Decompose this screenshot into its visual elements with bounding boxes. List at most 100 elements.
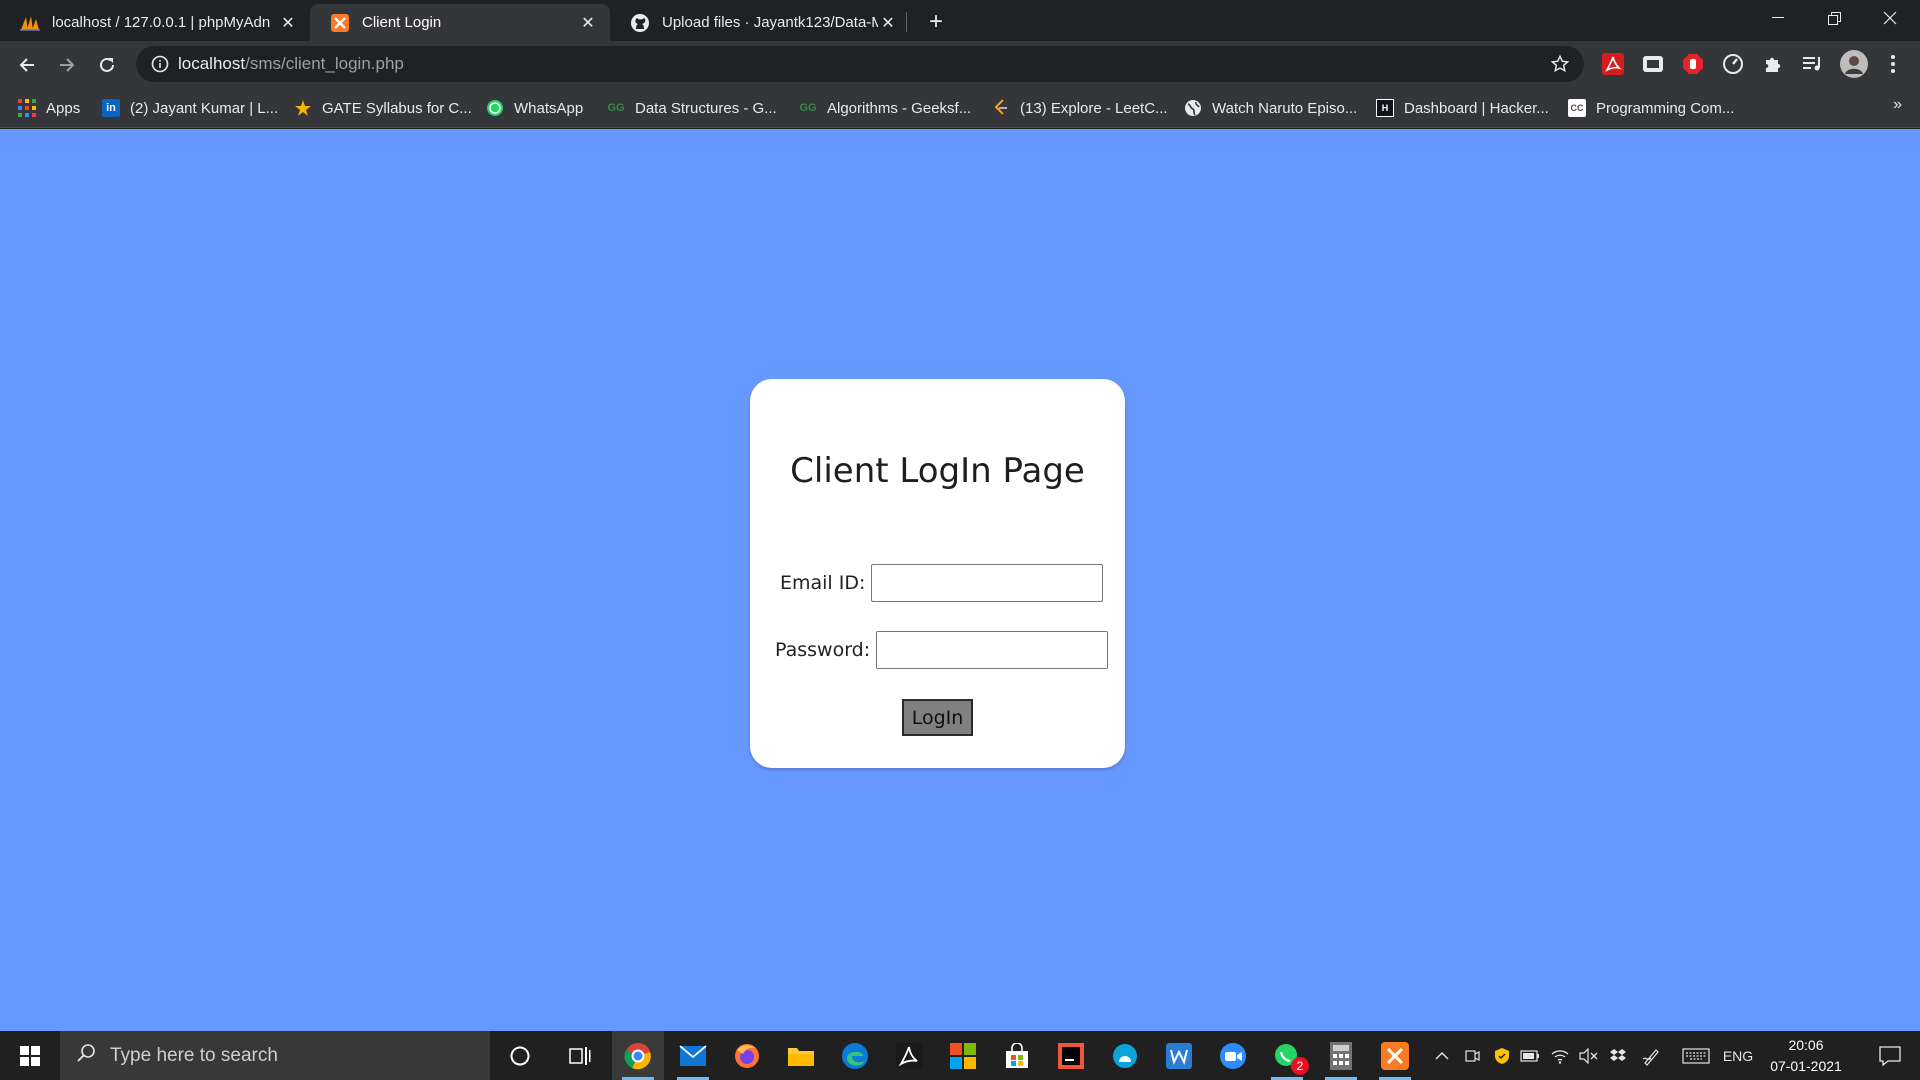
bookmark-label: GATE Syllabus for C... [322,99,472,117]
wifi-icon[interactable] [1548,1031,1572,1080]
speedometer-icon[interactable] [1720,51,1746,77]
tab-client-login[interactable]: Client Login ✕ [310,4,610,41]
tab-title: localhost / 127.0.0.1 | phpMyAdn [52,14,271,31]
bookmark-apps[interactable]: Apps [18,94,80,122]
url-host: localhost [178,54,246,73]
volume-muted-icon[interactable] [1576,1031,1600,1080]
hackerrank-icon: H [1376,99,1394,117]
task-view-icon[interactable] [554,1031,606,1080]
bookmark-star-icon[interactable] [1546,50,1574,78]
bookmark-naruto[interactable]: Watch Naruto Episo... [1184,94,1357,122]
edge-icon[interactable] [829,1031,881,1080]
password-field[interactable] [876,631,1109,669]
back-button[interactable] [11,49,43,81]
reload-button[interactable] [91,49,123,81]
bookmark-label: Algorithms - Geeksf... [827,99,972,117]
bookmark-hackerrank[interactable]: H Dashboard | Hacker... [1376,94,1549,122]
bookmark-label: Programming Com... [1596,99,1735,117]
adobe-acrobat-icon[interactable] [1600,51,1626,77]
close-icon[interactable]: ✕ [278,13,298,33]
email-field[interactable] [871,564,1104,602]
adobe-reader-icon[interactable] [883,1031,935,1080]
media-queue-icon[interactable] [1800,51,1826,77]
whatsapp-taskbar-icon[interactable]: 2 [1261,1031,1313,1080]
calculator-icon[interactable] [1315,1031,1367,1080]
url-path: /sms/client_login.php [245,54,404,73]
mail-icon[interactable] [667,1031,719,1080]
clock-date: 07-01-2021 [1770,1057,1842,1074]
windows-taskbar: Type here to search 2 ENG 20:06 07-01-20… [0,1031,1920,1080]
bookmark-whatsapp[interactable]: WhatsApp [486,94,583,122]
bookmark-linkedin[interactable]: in (2) Jayant Kumar | L... [102,94,278,122]
apps-grid-icon [18,99,36,117]
bookmark-algorithms[interactable]: GG Algorithms - Geeksf... [799,94,971,122]
close-icon[interactable]: ✕ [878,13,898,33]
globe-icon [1184,99,1202,117]
page-viewport: Client LogIn Page Email ID: Password: Lo… [0,129,1920,1031]
extensions-puzzle-icon[interactable] [1760,51,1786,77]
security-shield-icon[interactable] [1490,1031,1514,1080]
adblock-icon[interactable] [1680,51,1706,77]
chrome-taskbar-icon[interactable] [612,1031,664,1080]
store-bag-icon[interactable] [991,1031,1043,1080]
chevron-up-icon[interactable] [1430,1031,1454,1080]
close-icon[interactable]: ✕ [578,13,598,33]
windows-start-icon[interactable] [0,1031,60,1080]
bookmark-label: Watch Naruto Episo... [1212,99,1358,117]
info-icon[interactable] [142,46,178,82]
dropbox-icon[interactable] [1606,1031,1630,1080]
bookmark-codechef[interactable]: CC Programming Com... [1568,94,1734,122]
language-indicator[interactable]: ENG [1718,1031,1758,1080]
forward-button[interactable] [51,49,83,81]
cloud-app-icon[interactable] [1099,1031,1151,1080]
jetbrains-icon[interactable] [1045,1031,1097,1080]
bookmark-data-structures[interactable]: GG Data Structures - G... [607,94,776,122]
address-bar[interactable]: localhost/sms/client_login.php [136,46,1584,82]
file-explorer-icon[interactable] [775,1031,827,1080]
pen-ink-icon[interactable] [1640,1031,1664,1080]
profile-avatar[interactable] [1840,50,1868,78]
url-text: localhost/sms/client_login.php [178,54,404,74]
tab-phpmyadmin[interactable]: localhost / 127.0.0.1 | phpMyAdn ✕ [0,4,310,41]
battery-icon[interactable] [1518,1031,1542,1080]
search-placeholder: Type here to search [110,1044,278,1066]
screen-extension-icon[interactable] [1640,51,1666,77]
leetcode-icon [992,99,1010,117]
tab-strip: localhost / 127.0.0.1 | phpMyAdn ✕ Clien… [0,0,1920,41]
meet-now-icon[interactable] [1460,1031,1484,1080]
search-icon [76,1043,96,1068]
word-icon[interactable] [1153,1031,1205,1080]
bookmark-label: (13) Explore - LeetC... [1020,99,1168,117]
chevron-double-right-icon[interactable]: » [1893,96,1902,114]
linkedin-icon: in [102,99,120,117]
notifications-icon[interactable] [1866,1031,1914,1080]
firefox-icon[interactable] [721,1031,773,1080]
taskbar-search-box[interactable]: Type here to search [60,1031,490,1080]
bookmark-label: (2) Jayant Kumar | L... [130,99,279,117]
clock-time: 20:06 [1788,1036,1824,1053]
login-button[interactable]: LogIn [902,699,973,736]
close-window-button[interactable] [1862,0,1918,36]
geeksforgeeks-icon: GG [799,102,817,114]
clock[interactable]: 20:06 07-01-2021 [1756,1031,1856,1080]
tab-github-upload[interactable]: Upload files · Jayantk123/Data-M ✕ [610,4,910,41]
zoom-icon[interactable] [1207,1031,1259,1080]
xampp-taskbar-icon[interactable] [1369,1031,1421,1080]
cortana-icon[interactable] [494,1031,546,1080]
microsoft-store-apps-icon[interactable] [937,1031,989,1080]
minimize-button[interactable] [1750,0,1806,36]
bookmark-leetcode[interactable]: (13) Explore - LeetC... [992,94,1168,122]
bookmark-gate-syllabus[interactable]: GATE Syllabus for C... [294,94,472,122]
keyboard-icon[interactable] [1680,1031,1712,1080]
github-icon [630,13,650,33]
menu-kebab-icon[interactable] [1880,51,1906,77]
restore-button[interactable] [1806,0,1862,36]
password-label: Password: [775,639,871,661]
new-tab-button[interactable]: + [922,8,950,36]
page-title: Client LogIn Page [790,451,1085,491]
login-card: Client LogIn Page Email ID: Password: Lo… [750,379,1125,768]
password-row: Password: [775,631,1109,669]
geeksforgeeks-icon: GG [607,102,625,114]
email-label: Email ID: [780,572,866,594]
tab-title: Upload files · Jayantk123/Data-M [662,14,878,31]
